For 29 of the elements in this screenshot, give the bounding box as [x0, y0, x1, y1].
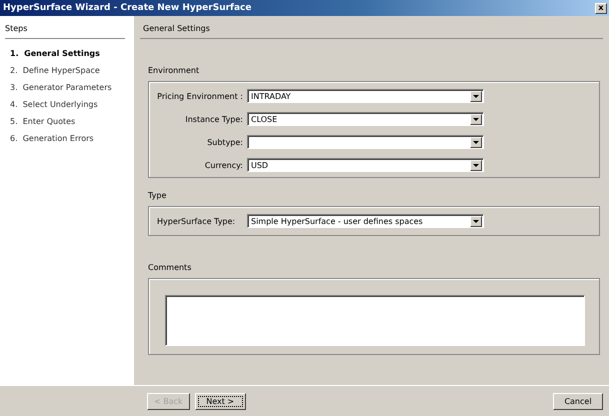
step-item[interactable]: 6. Generation Errors — [5, 130, 125, 147]
dropdown-value: USD — [250, 160, 268, 170]
group-title: Comments — [147, 263, 192, 272]
dropdown[interactable] — [247, 135, 484, 149]
comments-field[interactable] — [165, 295, 585, 346]
dropdown-value: INTRADAY — [250, 92, 291, 100]
dropdown[interactable]: USD — [247, 158, 484, 172]
step-item[interactable]: 4. Select Underlyings — [5, 96, 125, 113]
wizard-button[interactable]: Cancel — [553, 392, 603, 410]
step-item[interactable]: 1. General Settings — [5, 45, 125, 62]
field-label: Subtype: — [206, 138, 244, 146]
field-label: Pricing Environment : — [156, 92, 244, 100]
group-title: Environment — [147, 66, 200, 75]
dropdown[interactable]: Simple HyperSurface - user defines spaces — [247, 214, 484, 228]
step-item[interactable]: 3. Generator Parameters — [5, 79, 125, 96]
step-item[interactable]: 2. Define HyperSpace — [5, 62, 125, 79]
dropdown[interactable]: INTRADAY — [247, 89, 484, 103]
wizard-button[interactable]: Next > — [194, 392, 246, 410]
steps-title: Steps — [5, 16, 125, 39]
field-label: HyperSurface Type: — [156, 216, 236, 226]
group-title: Type — [147, 191, 168, 200]
field-label: Instance Type: — [184, 114, 244, 124]
step-item[interactable]: 5. Enter Quotes — [5, 113, 125, 130]
field-label: Currency: — [204, 160, 244, 170]
close-button[interactable]: x — [595, 2, 607, 14]
page-title: General Settings — [140, 16, 603, 39]
window-title: HyperSurface Wizard - Create New HyperSurface — [3, 3, 252, 13]
dropdown-value: CLOSE — [250, 114, 278, 124]
dropdown[interactable]: CLOSE — [247, 112, 484, 126]
